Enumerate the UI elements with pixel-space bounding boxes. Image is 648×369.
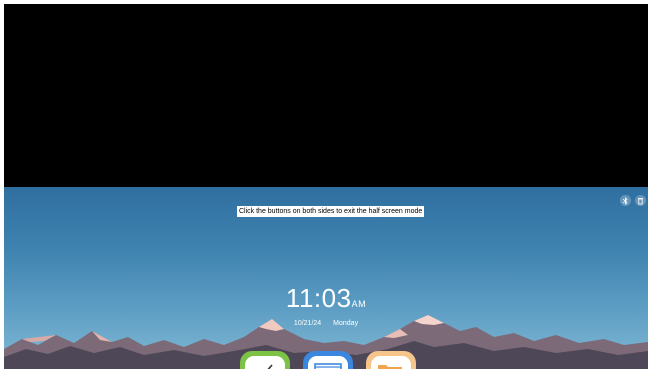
files-app[interactable] (366, 351, 416, 369)
notes-app-face (245, 356, 285, 369)
delete-button[interactable] (635, 195, 646, 206)
clock-weekday: Monday (333, 320, 359, 327)
trash-icon (638, 197, 643, 204)
bluetooth-icon (622, 196, 628, 205)
top-half-black-area (4, 4, 648, 187)
screen: Click the buttons on both sides to exit … (0, 0, 648, 369)
files-app-face (371, 356, 411, 369)
home-screen-half: Click the buttons on both sides to exit … (4, 187, 648, 369)
notes-app[interactable] (240, 351, 290, 369)
whiteboard-app-face (308, 356, 348, 369)
clock-ampm: AM (351, 299, 367, 309)
whiteboard-icon (314, 363, 342, 369)
half-screen-hint: Click the buttons on both sides to exit … (237, 206, 425, 217)
bluetooth-button[interactable] (620, 195, 631, 206)
clock-time: 11:03AM (4, 283, 648, 319)
app-dock (240, 351, 416, 369)
folder-icon (378, 365, 402, 369)
clock-hours-minutes: 11:03 (285, 283, 352, 313)
clock-widget: 11:03AM 10/21/24 Monday (4, 283, 648, 329)
clock-date: 10/21/24 (293, 320, 322, 327)
note-pen-icon (267, 364, 273, 369)
clock-date-row: 10/21/24 Monday (4, 319, 648, 329)
side-buttons (620, 195, 646, 206)
whiteboard-app[interactable] (303, 351, 353, 369)
